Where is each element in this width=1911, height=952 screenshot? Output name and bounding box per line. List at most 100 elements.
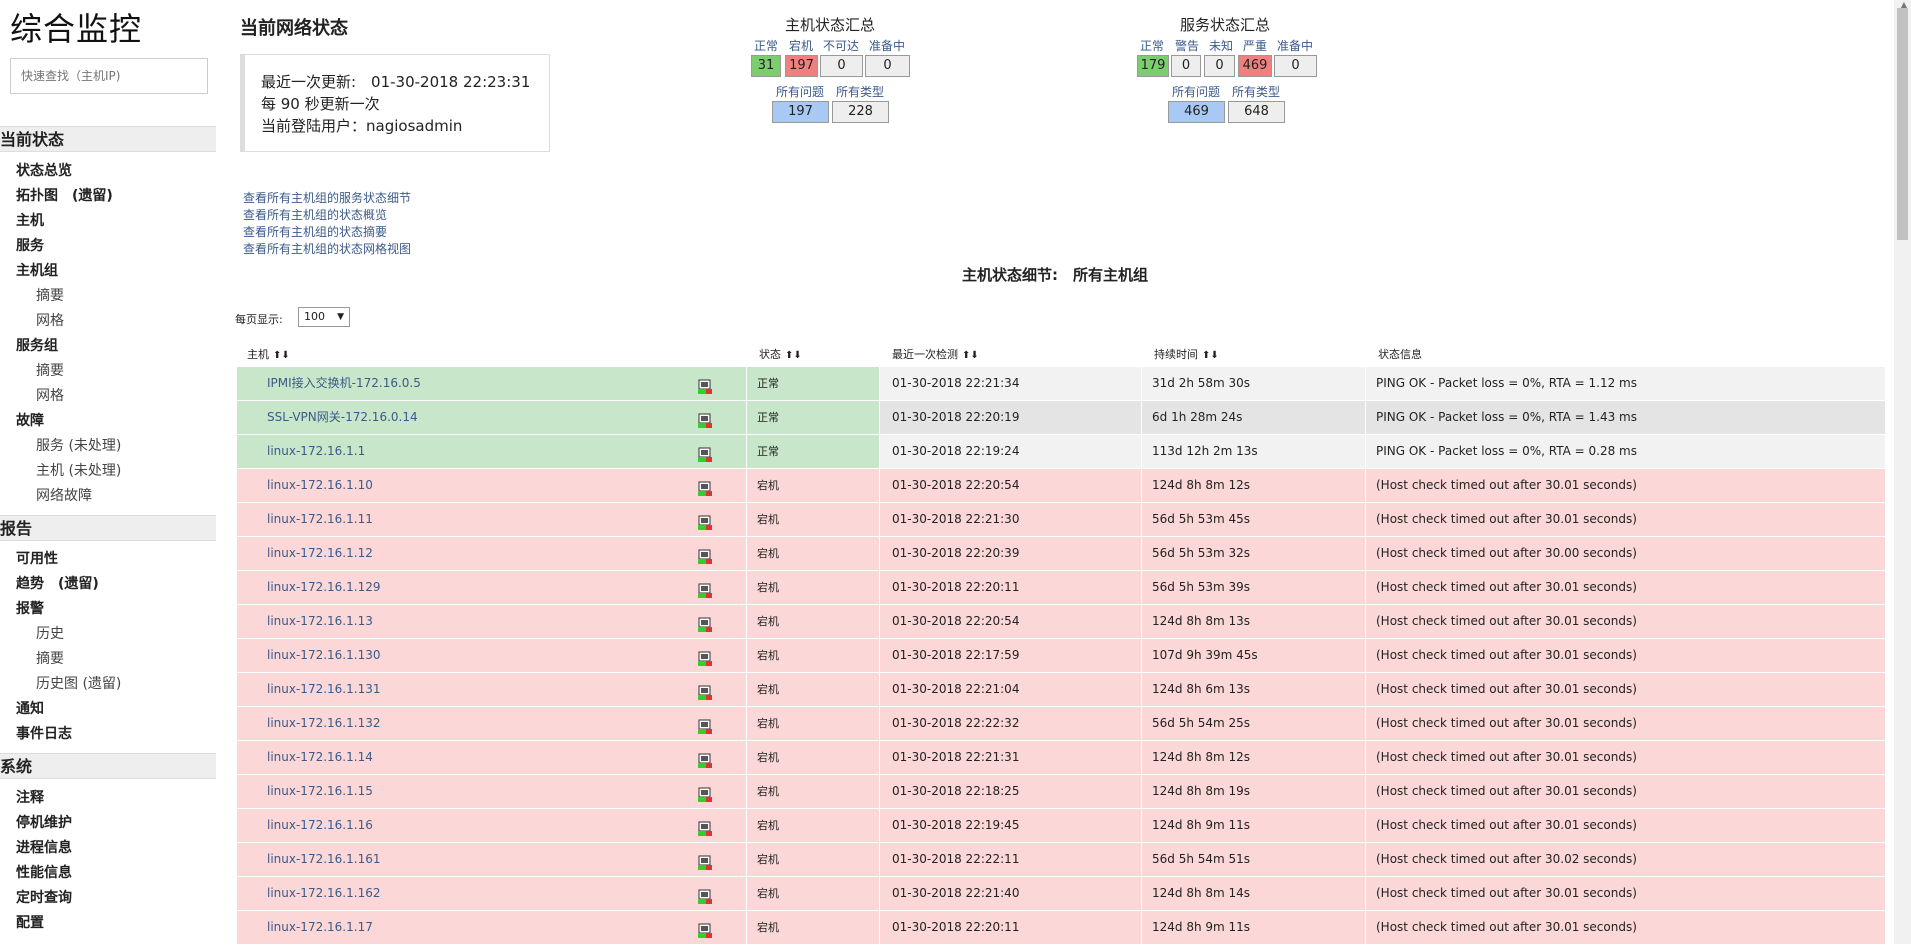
nav-availability[interactable]: 可用性 xyxy=(16,548,58,568)
nav-downtime[interactable]: 停机维护 xyxy=(16,812,72,832)
nav-network-outages[interactable]: 网络故障 xyxy=(36,485,92,505)
sort-icon[interactable]: ⬆⬇ xyxy=(785,350,802,361)
host-link[interactable]: IPMI接入交换机-172.16.0.5 xyxy=(267,376,421,390)
host-up-count[interactable]: 31 xyxy=(751,55,781,77)
nav-comments[interactable]: 注释 xyxy=(16,787,44,807)
host-all-problems-label[interactable]: 所有问题 xyxy=(770,83,830,100)
sort-icon[interactable]: ⬆⬇ xyxy=(273,350,290,361)
host-link[interactable]: linux-172.16.1.10 xyxy=(267,478,373,492)
svc-all-types-label[interactable]: 所有类型 xyxy=(1226,83,1286,100)
column-header-duration[interactable]: 持续时间 ⬆⬇ xyxy=(1154,346,1219,362)
svc-warning-count[interactable]: 0 xyxy=(1171,55,1201,77)
host-services-icon[interactable] xyxy=(697,443,713,462)
search-input[interactable] xyxy=(10,58,208,94)
host-services-icon[interactable] xyxy=(697,817,713,836)
host-services-icon[interactable] xyxy=(697,885,713,904)
nav-hosts[interactable]: 主机 xyxy=(16,210,44,230)
host-link[interactable]: linux-172.16.1.130 xyxy=(267,648,380,662)
host-all-types-count[interactable]: 228 xyxy=(832,101,889,123)
host-services-icon[interactable] xyxy=(697,919,713,938)
vertical-scrollbar[interactable]: ▲ xyxy=(1894,0,1911,944)
host-link[interactable]: linux-172.16.1.15 xyxy=(267,784,373,798)
svc-unknown-count[interactable]: 0 xyxy=(1204,55,1235,77)
nav-servicegroups-grid[interactable]: 网格 xyxy=(36,385,64,405)
nav-services-unhandled[interactable]: 服务 (未处理) xyxy=(36,435,121,455)
host-link[interactable]: SSL-VPN网关-172.16.0.14 xyxy=(267,410,418,424)
svc-pending-label[interactable]: 准备中 xyxy=(1272,37,1318,54)
host-link[interactable]: linux-172.16.1.14 xyxy=(267,750,373,764)
host-services-icon[interactable] xyxy=(697,409,713,428)
host-pending-count[interactable]: 0 xyxy=(865,55,910,77)
scroll-thumb[interactable] xyxy=(1897,8,1908,240)
nav-event-log[interactable]: 事件日志 xyxy=(16,723,72,743)
host-pending-label[interactable]: 准备中 xyxy=(864,37,910,54)
sort-icon[interactable]: ⬆⬇ xyxy=(962,350,979,361)
host-link[interactable]: linux-172.16.1.17 xyxy=(267,920,373,934)
sort-icon[interactable]: ⬆⬇ xyxy=(1202,350,1219,361)
nav-notifications[interactable]: 通知 xyxy=(16,698,44,718)
nav-hostgroups-summary[interactable]: 摘要 xyxy=(36,285,64,305)
svc-warning-label[interactable]: 警告 xyxy=(1170,37,1204,54)
host-link[interactable]: linux-172.16.1.11 xyxy=(267,512,373,526)
column-header-last-check[interactable]: 最近一次检测 ⬆⬇ xyxy=(892,346,979,362)
host-link[interactable]: linux-172.16.1.162 xyxy=(267,886,380,900)
host-services-icon[interactable] xyxy=(697,375,713,394)
host-services-icon[interactable] xyxy=(697,613,713,632)
host-unreachable-label[interactable]: 不可达 xyxy=(818,37,864,54)
nav-scheduling-queue[interactable]: 定时查询 xyxy=(16,887,72,907)
host-services-icon[interactable] xyxy=(697,579,713,598)
nav-servicegroups-summary[interactable]: 摘要 xyxy=(36,360,64,380)
host-link[interactable]: linux-172.16.1.129 xyxy=(267,580,380,594)
host-services-icon[interactable] xyxy=(697,681,713,700)
nav-alerts-summary[interactable]: 摘要 xyxy=(36,648,64,668)
nav-hosts-unhandled[interactable]: 主机 (未处理) xyxy=(36,460,121,480)
nav-performance-info[interactable]: 性能信息 xyxy=(16,862,72,882)
link-hostgroup-grid[interactable]: 查看所有主机组的状态网格视图 xyxy=(243,240,411,257)
host-down-count[interactable]: 197 xyxy=(785,55,818,77)
host-down-label[interactable]: 宕机 xyxy=(784,37,818,54)
host-services-icon[interactable] xyxy=(697,647,713,666)
svc-all-types-count[interactable]: 648 xyxy=(1228,101,1285,123)
column-header-host[interactable]: 主机 ⬆⬇ xyxy=(247,346,290,362)
host-services-icon[interactable] xyxy=(697,511,713,530)
nav-overview[interactable]: 状态总览 xyxy=(16,160,72,180)
nav-process-info[interactable]: 进程信息 xyxy=(16,837,72,857)
host-up-label[interactable]: 正常 xyxy=(748,37,784,54)
nav-alerts-history[interactable]: 历史 xyxy=(36,623,64,643)
host-services-icon[interactable] xyxy=(697,545,713,564)
svc-all-problems-count[interactable]: 469 xyxy=(1168,101,1225,123)
svc-ok-count[interactable]: 179 xyxy=(1137,55,1169,77)
nav-hostgroups[interactable]: 主机组 xyxy=(16,260,58,280)
svc-all-problems-label[interactable]: 所有问题 xyxy=(1166,83,1226,100)
host-services-icon[interactable] xyxy=(697,851,713,870)
page-size-select[interactable]: 100 ▼ xyxy=(298,307,350,327)
host-unreachable-count[interactable]: 0 xyxy=(820,55,863,77)
host-link[interactable]: linux-172.16.1.13 xyxy=(267,614,373,628)
host-all-problems-count[interactable]: 197 xyxy=(772,101,829,123)
nav-services[interactable]: 服务 xyxy=(16,235,44,255)
link-hostgroup-summary[interactable]: 查看所有主机组的状态摘要 xyxy=(243,223,387,240)
host-services-icon[interactable] xyxy=(697,749,713,768)
host-link[interactable]: linux-172.16.1.16 xyxy=(267,818,373,832)
column-header-status[interactable]: 状态 ⬆⬇ xyxy=(759,346,802,362)
nav-alerts-histogram[interactable]: 历史图 (遗留) xyxy=(36,673,121,693)
host-link[interactable]: linux-172.16.1.132 xyxy=(267,716,380,730)
host-link[interactable]: linux-172.16.1.1 xyxy=(267,444,365,458)
nav-problems[interactable]: 故障 xyxy=(16,410,44,430)
svc-ok-label[interactable]: 正常 xyxy=(1134,37,1170,54)
svc-pending-count[interactable]: 0 xyxy=(1274,55,1317,77)
host-services-icon[interactable] xyxy=(697,477,713,496)
nav-servicegroups[interactable]: 服务组 xyxy=(16,335,58,355)
host-link[interactable]: linux-172.16.1.161 xyxy=(267,852,380,866)
host-link[interactable]: linux-172.16.1.12 xyxy=(267,546,373,560)
svc-critical-count[interactable]: 469 xyxy=(1238,55,1272,77)
link-hostgroup-overview[interactable]: 查看所有主机组的状态概览 xyxy=(243,206,387,223)
nav-trends[interactable]: 趋势 (遗留) xyxy=(16,573,99,593)
link-hostgroup-service-detail[interactable]: 查看所有主机组的服务状态细节 xyxy=(243,189,411,206)
nav-topology[interactable]: 拓扑图 (遗留) xyxy=(16,185,113,205)
nav-alerts[interactable]: 报警 xyxy=(16,598,44,618)
nav-hostgroups-grid[interactable]: 网格 xyxy=(36,310,64,330)
host-services-icon[interactable] xyxy=(697,783,713,802)
nav-configuration[interactable]: 配置 xyxy=(16,912,44,932)
host-link[interactable]: linux-172.16.1.131 xyxy=(267,682,380,696)
